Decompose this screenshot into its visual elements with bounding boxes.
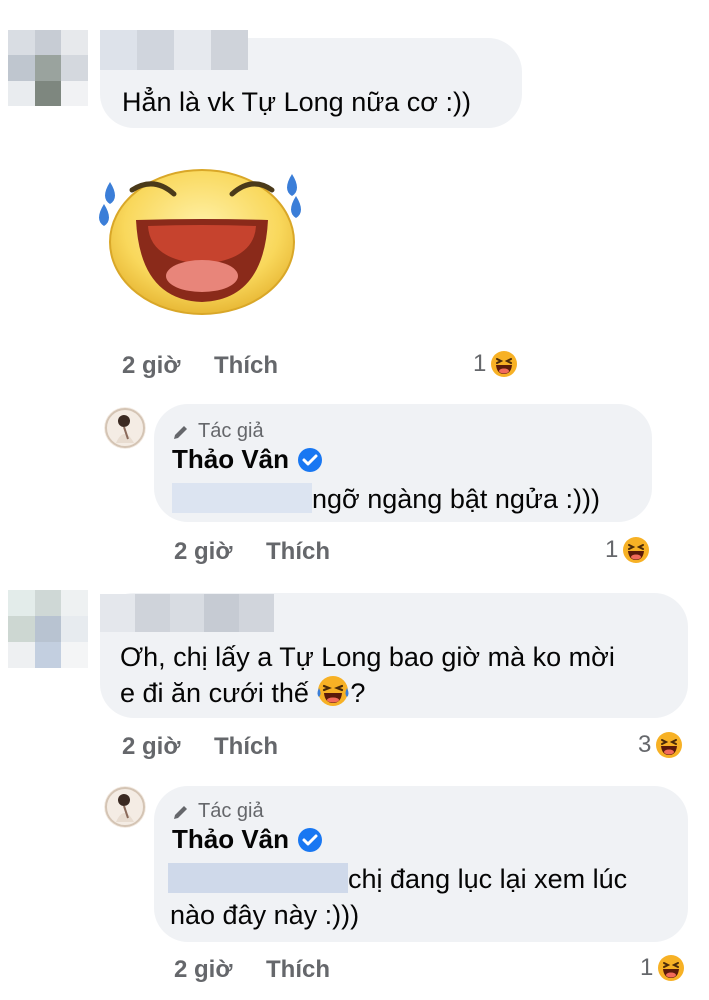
comment-text-line2-suffix: ? xyxy=(350,678,366,708)
comment-time[interactable]: 2 giờ xyxy=(122,733,180,761)
comment-text-line2: e đi ăn cưới thế ? xyxy=(120,674,365,712)
verified-badge-icon xyxy=(298,447,323,472)
reply-text-body: ngỡ ngàng bật ngửa :))) xyxy=(312,484,600,514)
pencil-icon xyxy=(174,425,187,439)
like-button[interactable]: Thích xyxy=(214,352,278,380)
author-name[interactable]: Thảo Vân xyxy=(172,444,323,475)
laughing-face-sticker xyxy=(99,169,301,315)
reaction-count[interactable]: 1 xyxy=(640,954,685,982)
reply-text: ngỡ ngàng bật ngửa :))) xyxy=(172,480,600,518)
blurred-commenter-name[interactable] xyxy=(100,30,248,70)
reply-time[interactable]: 2 giờ xyxy=(174,538,232,566)
pencil-icon xyxy=(174,805,187,819)
haha-emoji-icon xyxy=(658,955,685,981)
tagged-user-mention[interactable] xyxy=(172,482,312,513)
reply-time[interactable]: 2 giờ xyxy=(174,956,232,984)
like-button[interactable]: Thích xyxy=(266,538,330,566)
reply-text-line1: chị đang lục lại xem lúc xyxy=(168,860,627,898)
reaction-count-value: 3 xyxy=(638,731,652,758)
verified-badge-icon xyxy=(298,827,323,852)
author-name-text: Thảo Vân xyxy=(172,444,290,474)
comment-text-line1: Ơh, chị lấy a Tự Long bao giờ mà ko mời xyxy=(120,642,615,672)
reaction-count-value: 1 xyxy=(605,536,619,563)
haha-emoji-icon xyxy=(623,537,650,563)
blurred-commenter-avatar[interactable] xyxy=(8,590,88,668)
like-button[interactable]: Thích xyxy=(214,733,278,761)
reaction-count[interactable]: 3 xyxy=(638,731,683,759)
tagged-user-mention[interactable] xyxy=(168,862,348,893)
author-avatar[interactable] xyxy=(104,786,146,828)
reaction-count-value: 1 xyxy=(473,350,487,377)
like-button[interactable]: Thích xyxy=(266,956,330,984)
author-name[interactable]: Thảo Vân xyxy=(172,824,323,855)
author-name-text: Thảo Vân xyxy=(172,824,290,854)
comment-text-line2-body: e đi ăn cưới thế xyxy=(120,678,309,708)
author-badge: Tác giả xyxy=(172,800,264,823)
blurred-commenter-avatar[interactable] xyxy=(8,30,88,106)
reaction-count[interactable]: 1 xyxy=(605,536,650,564)
reply-text-line1-body: chị đang lục lại xem lúc xyxy=(348,864,628,894)
author-badge-label: Tác giả xyxy=(198,800,264,822)
crying-laughing-emoji-icon xyxy=(317,675,349,706)
reply-text-line2: nào đây này :))) xyxy=(170,900,360,930)
haha-emoji-icon xyxy=(491,351,518,377)
haha-emoji-icon xyxy=(656,732,683,758)
reaction-count[interactable]: 1 xyxy=(473,350,518,378)
comment-time[interactable]: 2 giờ xyxy=(122,352,180,380)
author-badge-label: Tác giả xyxy=(198,420,264,442)
blurred-commenter-name[interactable] xyxy=(100,594,274,632)
comment-text: Hẳn là vk Tự Long nữa cơ :)) xyxy=(122,87,471,117)
reaction-count-value: 1 xyxy=(640,954,654,981)
author-avatar[interactable] xyxy=(104,407,146,449)
author-badge: Tác giả xyxy=(172,420,264,443)
